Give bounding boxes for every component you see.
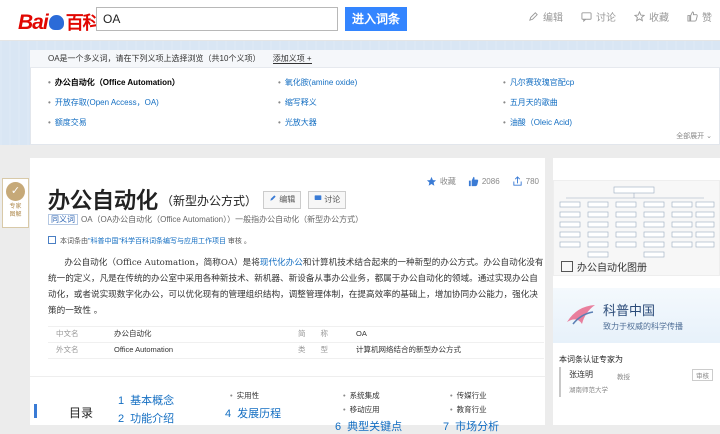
top-bar: Bai百科 进入词条 编辑 讨论 收藏 赞 <box>0 0 720 41</box>
toc-item[interactable]: 2 功能介绍 <box>118 410 174 426</box>
share-count[interactable]: 780 <box>512 176 539 187</box>
info-value: OA <box>356 329 367 338</box>
toc-item[interactable]: 4 发展历程 <box>225 405 281 421</box>
article-meta: 收藏 2086 780 <box>426 176 539 187</box>
sense-item[interactable]: 光放大器 <box>278 117 317 129</box>
toc-subitem[interactable]: 移动应用 <box>343 404 380 415</box>
sense-item[interactable]: 开放存取(Open Access，OA) <box>48 97 159 109</box>
kepu-subtitle: 致力于权威的科学传播 <box>603 322 683 331</box>
page-title: 办公自动化 <box>48 188 159 214</box>
info-value: Office Automation <box>114 345 174 354</box>
pencil-icon <box>528 11 539 22</box>
polysemy-intro: OA是一个多义词，请在下列义项上选择浏览（共10个义项） <box>48 54 261 63</box>
table-of-contents: 目录 1基本概念 2功能介绍 实用性 4发展历程 系统集成 移动应用 6典型关键… <box>30 376 545 433</box>
like-count[interactable]: 2086 <box>468 176 500 187</box>
article-main: 收藏 2086 780 办公自动化 （新型办公方式） 编辑 讨论 同义词 OA（O… <box>30 158 545 433</box>
sense-item[interactable]: 办公自动化（Office Automation） <box>48 77 180 89</box>
review-tag: 审核 <box>692 369 713 381</box>
expert-card[interactable]: 张连明 教授 湖南师范大学 审核 <box>559 367 717 397</box>
sense-item[interactable]: 额度交易 <box>48 117 87 129</box>
star-icon <box>634 11 645 22</box>
info-key: 简 称 <box>298 329 328 338</box>
info-key: 中文名 <box>56 329 79 338</box>
like-action[interactable]: 赞 <box>687 9 712 24</box>
album-icon <box>561 261 573 272</box>
polysemy-grid: 办公自动化（Office Automation） 氧化胺(amine oxide… <box>48 77 698 137</box>
expert-icon: ✓ <box>6 182 25 201</box>
toc-title: 目录 <box>69 406 94 420</box>
toc-subitem[interactable]: 传媒行业 <box>450 390 487 401</box>
review-notice: 本词条由"科普中国"科学百科词条编写与应用工作项目 审核 。 <box>48 236 251 246</box>
favorite-action[interactable]: 收藏 <box>634 9 669 24</box>
thumbs-up-icon <box>687 11 698 22</box>
review-project-link[interactable]: "科普中国"科学百科词条编写与应用工作项目 <box>88 238 226 245</box>
summary-paragraph: 办公自动化（Office Automation，简称OA）是将现代化办公和计算机… <box>48 258 544 316</box>
expert-role: 教授 <box>617 374 630 381</box>
paw-icon <box>48 15 64 30</box>
sense-item[interactable]: 油酸（Oleic Acid) <box>503 117 572 129</box>
badge-label: 专家 <box>9 204 22 210</box>
toc-item[interactable]: 1 基本概念 <box>118 392 174 408</box>
edit-action[interactable]: 编辑 <box>528 9 563 24</box>
synonym-line: 同义词 OA（OA办公自动化（Office Automation））一般指办公自动… <box>48 214 363 225</box>
expert-section-title: 本词条认证专家为 <box>559 355 623 364</box>
polysemy-header: OA是一个多义词，请在下列义项上选择浏览（共10个义项） 添加义项 + <box>30 50 720 68</box>
modern-office-link[interactable]: 现代化办公 <box>260 258 303 268</box>
expert-name: 张连明 <box>569 370 593 379</box>
expert-diagram-badge[interactable]: ✓ 专家 图解 <box>2 178 29 228</box>
discuss-button[interactable]: 讨论 <box>308 191 347 209</box>
pencil-icon <box>269 194 277 202</box>
edit-button[interactable]: 编辑 <box>263 191 302 209</box>
baidu-baike-logo[interactable]: Bai 百科 <box>18 9 101 35</box>
search-input[interactable] <box>96 7 338 31</box>
kepu-china-card[interactable]: 科普中国 致力于权威的科学传播 <box>553 288 720 343</box>
sense-item[interactable]: 缩写释义 <box>278 97 317 109</box>
synonym-tag: 同义词 <box>48 214 78 225</box>
sense-item[interactable]: 氧化胺(amine oxide) <box>278 77 357 89</box>
star-icon <box>426 176 437 187</box>
toc-item[interactable]: 6 典型关键点 <box>335 418 402 434</box>
kepu-logo-icon <box>567 305 595 325</box>
add-sense-tab[interactable]: 添加义项 + <box>272 54 312 64</box>
toc-subitem[interactable]: 系统集成 <box>343 390 380 401</box>
info-value: 计算机网络结合的新型办公方式 <box>356 345 461 354</box>
info-value: 办公自动化 <box>114 329 152 338</box>
toc-accent-bar <box>34 404 37 418</box>
discuss-action[interactable]: 讨论 <box>581 9 616 24</box>
thumbs-up-icon <box>468 176 479 187</box>
chat-icon <box>581 11 592 22</box>
expert-org: 湖南师范大学 <box>569 387 608 394</box>
kepu-title: 科普中国 <box>603 303 656 318</box>
basic-info-box: 中文名 办公自动化 简 称 OA 外文名 Office Automation 类… <box>48 326 544 359</box>
info-key: 外文名 <box>56 345 79 354</box>
top-actions: 编辑 讨论 收藏 赞 <box>528 9 712 24</box>
favorite-count[interactable]: 收藏 <box>426 176 456 187</box>
enter-entry-button[interactable]: 进入词条 <box>345 7 407 31</box>
badge-label: 图解 <box>9 212 22 218</box>
right-sidebar: 办公自动化图册 科普中国 致力于权威的科学传播 本词条认证专家为 张连明 教授 … <box>553 158 720 425</box>
sense-item[interactable]: 五月天的歌曲 <box>503 97 558 109</box>
chat-icon <box>314 194 322 202</box>
toc-item[interactable]: 7 市场分析 <box>443 418 499 434</box>
info-key: 类 型 <box>298 345 328 354</box>
toc-subitem[interactable]: 教育行业 <box>450 404 487 415</box>
album-caption[interactable]: 办公自动化图册 <box>561 259 647 274</box>
expand-all-link[interactable]: 全部展开 ⌄ <box>676 131 712 141</box>
sense-item[interactable]: 凡尔赛玫瑰官配cp <box>503 77 574 89</box>
page-subtitle: （新型办公方式） <box>161 194 258 208</box>
checkbox-icon <box>48 236 56 244</box>
share-icon <box>512 176 523 187</box>
toc-subitem[interactable]: 实用性 <box>230 390 260 401</box>
